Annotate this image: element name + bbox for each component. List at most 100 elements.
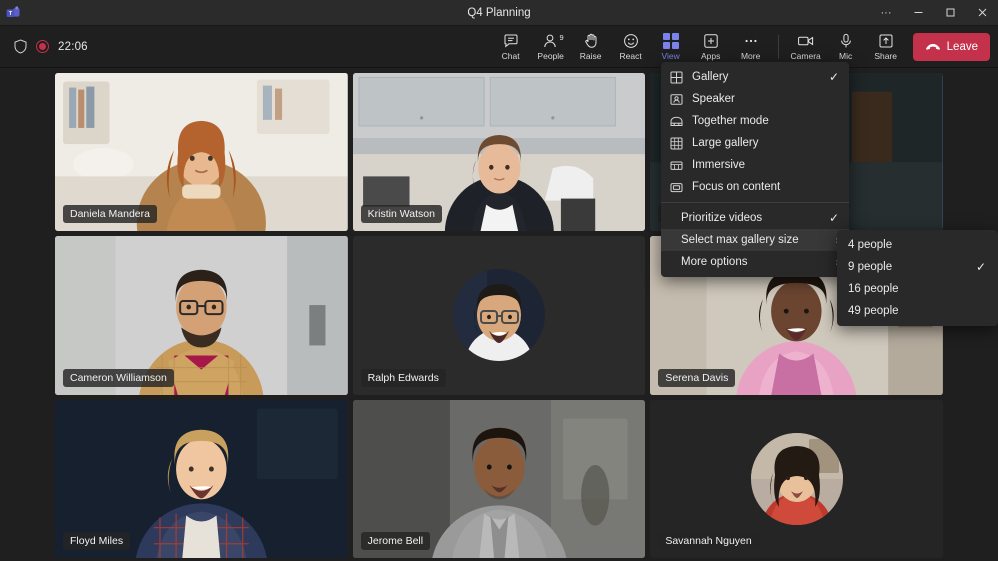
participant-tile[interactable]: Daniela Mandera [55,73,348,231]
participant-name: Savannah Nguyen [658,532,758,550]
participant-name: Ralph Edwards [361,369,446,387]
toolbar-share-label: Share [874,52,897,61]
participant-tile[interactable]: Cameron Williamson [55,236,348,394]
window-controls: ··· [870,0,998,26]
toolbar-camera-label: Camera [791,52,821,61]
toolbar-more-button[interactable]: More [731,27,771,67]
submenu-item-9-people[interactable]: 9 people ✓ [837,256,998,278]
toolbar-chat-label: Chat [502,52,520,61]
title-bar: T Q4 Planning ··· [0,0,998,26]
teams-meeting-window: T Q4 Planning ··· 22:06 [0,0,998,561]
menu-item-label: Select max gallery size [681,234,828,246]
toolbar-camera-button[interactable]: Camera [786,27,826,67]
toolbar-apps-label: Apps [701,52,720,61]
menu-item-large-gallery[interactable]: Large gallery [661,132,849,154]
meeting-controls-group: Chat 9 People Raise React [491,27,990,67]
submenu-item-label: 16 people [848,283,986,295]
menu-item-speaker[interactable]: Speaker [661,88,849,110]
participant-name: Daniela Mandera [63,205,157,223]
maximize-icon[interactable] [934,0,966,26]
toolbar-people-button[interactable]: 9 People [531,27,571,67]
svg-text:T: T [9,11,13,17]
camera-icon [797,33,815,50]
large-gallery-icon [669,137,684,150]
toolbar-mic-button[interactable]: Mic [826,27,866,67]
toolbar-more-label: More [741,52,760,61]
submenu-item-label: 4 people [848,239,986,251]
toolbar-raise-label: Raise [580,52,602,61]
microphone-icon [838,33,854,50]
recording-indicator-icon [36,40,49,53]
menu-item-label: Speaker [692,93,839,105]
chat-icon [503,33,519,50]
focus-content-icon [669,181,684,194]
apps-plus-icon [703,33,719,50]
meeting-toolbar: 22:06 Chat 9 People Raise [0,26,998,68]
menu-separator [661,202,849,203]
gallery-size-submenu: 4 people 9 people ✓ 16 people 49 people [837,230,998,326]
participant-tile[interactable]: Floyd Miles [55,400,348,558]
submenu-item-4-people[interactable]: 4 people [837,234,998,256]
participant-tile[interactable]: Savannah Nguyen [650,400,943,558]
menu-item-immersive[interactable]: Immersive [661,154,849,176]
toolbar-chat-button[interactable]: Chat [491,27,531,67]
participant-name: Jerome Bell [361,532,430,550]
submenu-item-label: 49 people [848,305,986,317]
menu-item-gallery[interactable]: Gallery ✓ [661,66,849,88]
people-count-badge: 9 [559,33,563,42]
toolbar-view-label: View [662,52,680,61]
menu-item-label: More options [681,256,828,268]
view-grid-icon [663,33,679,50]
toolbar-raise-button[interactable]: Raise [571,27,611,67]
more-ellipsis-icon [743,33,759,50]
toolbar-react-button[interactable]: React [611,27,651,67]
toolbar-mic-label: Mic [839,52,852,61]
submenu-item-16-people[interactable]: 16 people [837,278,998,300]
minimize-icon[interactable] [902,0,934,26]
toolbar-react-label: React [620,52,642,61]
gallery-grid-icon [669,71,684,84]
menu-item-label: Gallery [692,71,821,83]
menu-item-label: Focus on content [692,181,839,193]
participant-name: Serena Davis [658,369,735,387]
meeting-status-group: 22:06 [14,39,88,54]
participant-name: Kristin Watson [361,205,442,223]
share-screen-icon [878,33,894,50]
toolbar-share-button[interactable]: Share [866,27,906,67]
toolbar-people-label: People [537,52,563,61]
toolbar-apps-button[interactable]: Apps [691,27,731,67]
menu-item-together-mode[interactable]: Together mode [661,110,849,132]
menu-item-focus-on-content[interactable]: Focus on content [661,176,849,198]
toolbar-divider [778,35,779,59]
window-more-icon[interactable]: ··· [870,0,902,26]
hang-up-icon [925,42,941,52]
participant-tile[interactable]: Kristin Watson [353,73,646,231]
menu-item-more-options[interactable]: More options › [661,251,849,273]
shield-icon[interactable] [14,39,27,54]
immersive-icon [669,159,684,172]
check-icon: ✓ [829,211,839,225]
menu-item-select-max-gallery-size[interactable]: Select max gallery size › [661,229,849,251]
avatar [751,433,843,525]
menu-item-label: Immersive [692,159,839,171]
check-icon: ✓ [829,70,839,84]
participant-tile[interactable]: Ralph Edwards [353,236,646,394]
react-emoji-icon [623,33,639,50]
people-icon: 9 [543,33,559,50]
teams-logo-icon: T [0,0,26,26]
toolbar-view-button[interactable]: View [651,27,691,67]
raise-hand-icon [583,33,599,50]
avatar [453,269,545,361]
meeting-timer: 22:06 [58,41,88,53]
menu-item-label: Prioritize videos [681,212,821,224]
together-mode-icon [669,115,684,128]
submenu-item-49-people[interactable]: 49 people [837,300,998,322]
window-title: Q4 Planning [0,0,998,26]
close-icon[interactable] [966,0,998,26]
check-icon: ✓ [976,260,986,274]
participant-tile[interactable]: Jerome Bell [353,400,646,558]
leave-button[interactable]: Leave [913,33,990,61]
view-dropdown-menu: Gallery ✓ Speaker Together mode Large ga… [661,62,849,277]
submenu-item-label: 9 people [848,261,976,273]
menu-item-prioritize-videos[interactable]: Prioritize videos ✓ [661,207,849,229]
